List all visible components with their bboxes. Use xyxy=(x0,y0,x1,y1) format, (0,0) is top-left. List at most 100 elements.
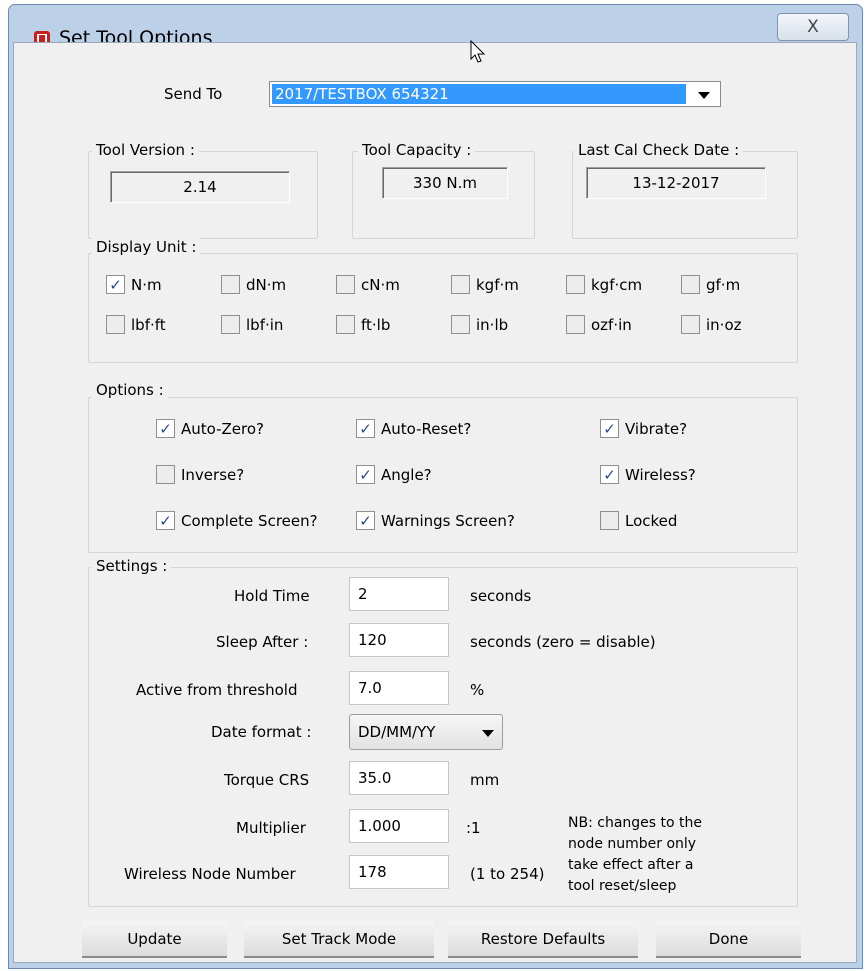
set-track-mode-button[interactable]: Set Track Mode xyxy=(244,921,434,958)
active-threshold-unit: % xyxy=(470,681,485,699)
date-format-value: DD/MM/YY xyxy=(358,723,436,741)
checkbox-checked-icon[interactable]: ✓ xyxy=(356,465,375,484)
note-line: node number only xyxy=(568,836,697,852)
update-button[interactable]: Update xyxy=(82,921,227,958)
send-to-dropdown[interactable]: 2017/TESTBOX 654321 xyxy=(269,81,721,107)
checkbox-checked-icon[interactable]: ✓ xyxy=(156,511,175,530)
checkbox-unchecked-icon[interactable] xyxy=(566,275,585,294)
checkbox-unchecked-icon[interactable] xyxy=(566,315,585,334)
active-threshold-input[interactable]: 7.0 xyxy=(349,671,449,705)
unit-checkbox[interactable]: in·oz xyxy=(681,315,742,334)
checkbox-checked-icon[interactable]: ✓ xyxy=(156,419,175,438)
unit-checkbox[interactable]: kgf·m xyxy=(451,275,519,294)
chevron-down-icon xyxy=(698,92,710,99)
checkbox-unchecked-icon[interactable] xyxy=(600,511,619,530)
unit-checkbox[interactable]: dN·m xyxy=(221,275,286,294)
torque-crs-unit: mm xyxy=(470,771,500,789)
sleep-after-input[interactable]: 120 xyxy=(349,623,449,657)
send-to-label: Send To xyxy=(164,85,223,103)
note-line: NB: changes to the xyxy=(568,815,702,831)
checkbox-unchecked-icon[interactable] xyxy=(106,315,125,334)
torque-crs-input[interactable]: 35.0 xyxy=(349,761,449,795)
checkbox-label: lbf·in xyxy=(246,315,284,334)
checkbox-checked-icon[interactable]: ✓ xyxy=(356,511,375,530)
checkbox-label: kgf·cm xyxy=(591,275,643,294)
dialog-window: Set Tool Options X Send To 2017/TESTBOX … xyxy=(8,4,863,969)
checkbox-label: Locked xyxy=(625,511,678,530)
checkbox-unchecked-icon[interactable] xyxy=(156,465,175,484)
checkbox-unchecked-icon[interactable] xyxy=(451,275,470,294)
multiplier-input[interactable]: 1.000 xyxy=(349,809,449,843)
send-to-selected-value: 2017/TESTBOX 654321 xyxy=(272,84,686,104)
hold-time-label: Hold Time xyxy=(234,587,310,605)
hold-time-unit: seconds xyxy=(470,587,532,605)
done-button[interactable]: Done xyxy=(656,921,801,958)
note-line: tool reset/sleep xyxy=(568,878,677,894)
hold-time-input[interactable]: 2 xyxy=(349,577,449,611)
checkbox-unchecked-icon[interactable] xyxy=(336,315,355,334)
sleep-after-unit: seconds (zero = disable) xyxy=(470,633,656,651)
note-line: take effect after a xyxy=(568,857,694,873)
checkbox-checked-icon[interactable]: ✓ xyxy=(106,275,125,294)
option-checkbox[interactable]: ✓ Complete Screen? xyxy=(156,511,318,530)
option-checkbox[interactable]: ✓ Angle? xyxy=(356,465,432,484)
tool-capacity-value: 330 N.m xyxy=(382,167,508,199)
close-button[interactable]: X xyxy=(777,13,849,41)
unit-checkbox[interactable]: lbf·in xyxy=(221,315,283,334)
checkbox-unchecked-icon[interactable] xyxy=(336,275,355,294)
unit-checkbox[interactable]: cN·m xyxy=(336,275,400,294)
option-checkbox[interactable]: ✓ Warnings Screen? xyxy=(356,511,515,530)
settings-label: Settings : xyxy=(92,557,172,575)
checkbox-checked-icon[interactable]: ✓ xyxy=(600,419,619,438)
checkbox-unchecked-icon[interactable] xyxy=(221,275,240,294)
checkbox-label: cN·m xyxy=(361,275,400,294)
checkbox-label: Angle? xyxy=(381,465,432,484)
option-checkbox[interactable]: ✓ Auto-Reset? xyxy=(356,419,471,438)
checkbox-label: in·oz xyxy=(706,315,742,334)
checkbox-label: lbf·ft xyxy=(131,315,166,334)
unit-checkbox[interactable]: kgf·cm xyxy=(566,275,642,294)
sleep-after-label: Sleep After : xyxy=(216,633,309,651)
node-number-note: NB: changes to the node number only take… xyxy=(568,813,702,897)
unit-checkbox[interactable]: lbf·ft xyxy=(106,315,166,334)
checkbox-label: in·lb xyxy=(476,315,509,334)
wireless-node-input[interactable]: 178 xyxy=(349,855,449,889)
option-checkbox[interactable]: Locked xyxy=(600,511,677,530)
checkbox-unchecked-icon[interactable] xyxy=(451,315,470,334)
option-checkbox[interactable]: ✓ Wireless? xyxy=(600,465,696,484)
unit-checkbox[interactable]: in·lb xyxy=(451,315,508,334)
date-format-dropdown[interactable]: DD/MM/YY xyxy=(349,714,503,750)
checkbox-unchecked-icon[interactable] xyxy=(681,275,700,294)
unit-checkbox[interactable]: ✓ N·m xyxy=(106,275,162,294)
torque-crs-label: Torque CRS xyxy=(224,771,310,789)
update-button-label: Update xyxy=(127,929,182,948)
tool-capacity-label: Tool Capacity : xyxy=(358,141,476,159)
done-button-label: Done xyxy=(708,929,749,948)
unit-checkbox[interactable]: ozf·in xyxy=(566,315,632,334)
checkbox-label: ozf·in xyxy=(591,315,632,334)
active-threshold-label: Active from threshold xyxy=(136,681,298,699)
checkbox-checked-icon[interactable]: ✓ xyxy=(356,419,375,438)
checkbox-label: Vibrate? xyxy=(625,419,688,438)
unit-checkbox[interactable]: ft·lb xyxy=(336,315,390,334)
checkbox-label: Complete Screen? xyxy=(181,511,318,530)
checkbox-label: kgf·m xyxy=(476,275,519,294)
restore-defaults-button-label: Restore Defaults xyxy=(480,929,606,948)
dialog-client-area: Send To 2017/TESTBOX 654321 Tool Version… xyxy=(13,42,857,963)
option-checkbox[interactable]: ✓ Vibrate? xyxy=(600,419,687,438)
checkbox-label: dN·m xyxy=(246,275,287,294)
multiplier-unit: :1 xyxy=(466,819,481,837)
last-cal-label: Last Cal Check Date : xyxy=(574,141,744,159)
option-checkbox[interactable]: ✓ Auto-Zero? xyxy=(156,419,264,438)
unit-checkbox[interactable]: gf·m xyxy=(681,275,740,294)
checkbox-label: Warnings Screen? xyxy=(381,511,515,530)
checkbox-unchecked-icon[interactable] xyxy=(221,315,240,334)
close-icon: X xyxy=(807,17,819,37)
display-unit-label: Display Unit : xyxy=(92,238,201,256)
option-checkbox[interactable]: Inverse? xyxy=(156,465,244,484)
restore-defaults-button[interactable]: Restore Defaults xyxy=(448,921,638,958)
options-label: Options : xyxy=(92,381,168,399)
mouse-cursor-icon xyxy=(470,40,486,63)
checkbox-unchecked-icon[interactable] xyxy=(681,315,700,334)
checkbox-checked-icon[interactable]: ✓ xyxy=(600,465,619,484)
